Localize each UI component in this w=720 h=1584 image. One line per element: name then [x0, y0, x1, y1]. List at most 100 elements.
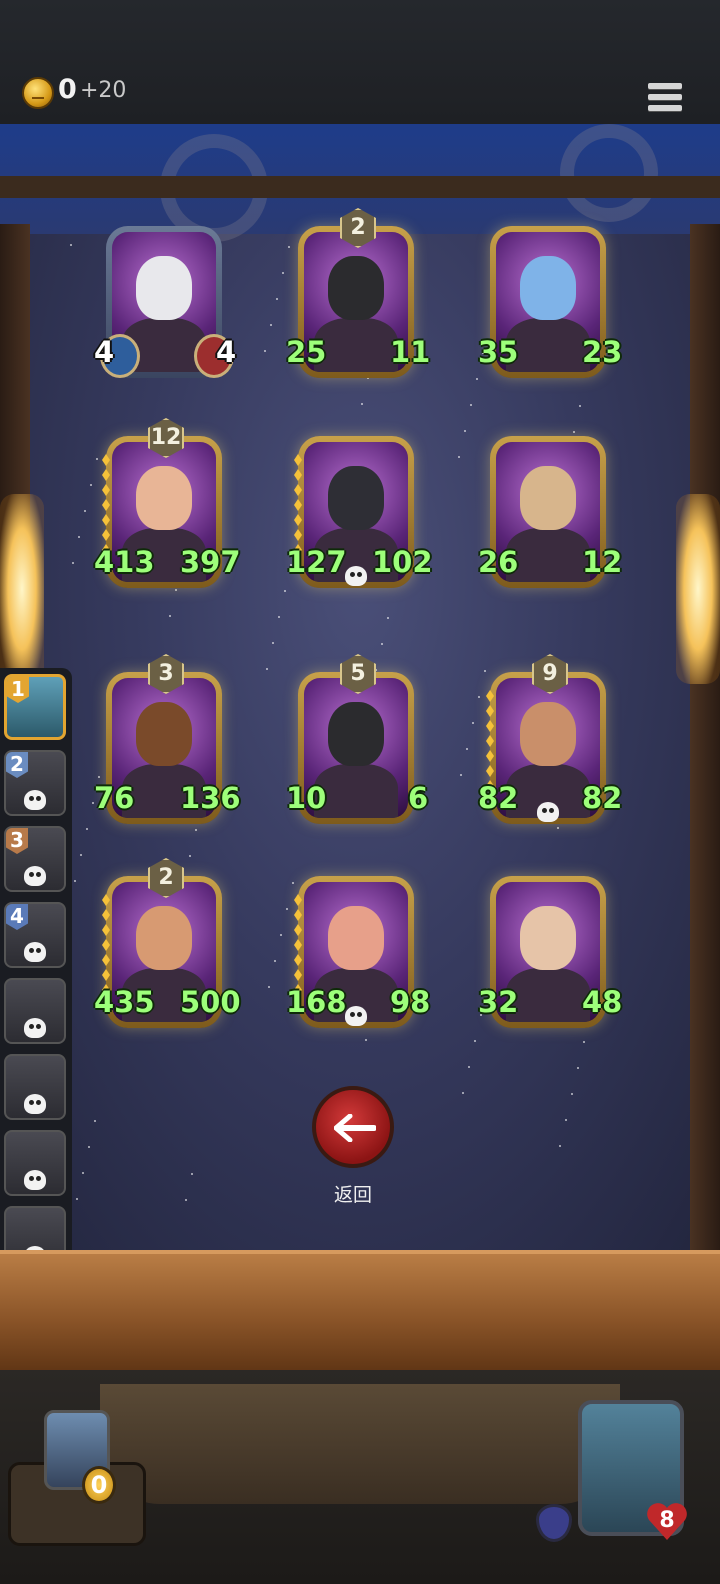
- minion-body: [506, 968, 590, 1022]
- attack-value: 4: [94, 335, 115, 369]
- health-value: 397: [180, 545, 241, 579]
- star-decoration: [470, 404, 472, 406]
- health-value: 500: [180, 985, 241, 1019]
- star-decoration: [282, 272, 284, 274]
- star-decoration: [80, 854, 82, 856]
- star-decoration: [88, 1146, 90, 1148]
- star-decoration: [195, 829, 197, 831]
- star-decoration: [266, 668, 268, 670]
- health-value: 12: [582, 545, 623, 579]
- star-decoration: [169, 615, 171, 617]
- rank-badge: 4: [6, 904, 28, 930]
- gear-decoration: [560, 124, 658, 222]
- attack-value: 10: [286, 781, 327, 815]
- attack-value: 82: [478, 781, 519, 815]
- gold-amount: 0: [58, 74, 77, 105]
- deathrattle-skull-icon: [345, 566, 367, 586]
- player-slot[interactable]: [4, 1054, 66, 1120]
- star-decoration: [571, 1093, 573, 1095]
- attack-value: 76: [94, 781, 135, 815]
- star-decoration: [82, 1172, 84, 1174]
- health-value: 48: [582, 985, 623, 1019]
- back-label: 返回: [333, 1184, 372, 1206]
- star-decoration: [361, 403, 363, 405]
- eliminated-skull-icon: [24, 866, 46, 886]
- star-decoration: [284, 590, 286, 592]
- buff-studs: [294, 454, 302, 559]
- star-decoration: [70, 244, 72, 246]
- minion-face: [136, 906, 192, 970]
- star-decoration: [579, 405, 581, 407]
- minion-face: [328, 466, 384, 530]
- minion-body: [506, 528, 590, 582]
- buff-studs: [102, 454, 110, 559]
- minion-face: [520, 466, 576, 530]
- attack-value: 435: [94, 985, 155, 1019]
- star-decoration: [286, 908, 288, 910]
- player-gold-badge: 0: [82, 1466, 116, 1504]
- star-decoration: [474, 1040, 476, 1042]
- health-value: 82: [582, 781, 623, 815]
- star-decoration: [185, 1199, 187, 1201]
- star-decoration: [189, 855, 191, 857]
- attack-value: 168: [286, 985, 347, 1019]
- buff-studs: [486, 690, 494, 795]
- star-decoration: [96, 458, 98, 460]
- star-decoration: [274, 960, 276, 962]
- star-decoration: [476, 378, 478, 380]
- player-slot[interactable]: 2: [4, 750, 66, 816]
- minion-face: [520, 256, 576, 320]
- wooden-desk: [0, 1250, 720, 1374]
- star-decoration: [381, 643, 383, 645]
- star-decoration: [76, 1198, 78, 1200]
- star-decoration: [278, 616, 280, 618]
- player-ranking-sidebar: 1 2 3 4: [0, 668, 72, 1280]
- eliminated-skull-icon: [24, 1170, 46, 1190]
- star-decoration: [276, 298, 278, 300]
- star-decoration: [387, 617, 389, 619]
- minion-face: [136, 256, 192, 320]
- minion-body: [314, 764, 398, 818]
- minion-face: [520, 702, 576, 766]
- minion-face: [136, 466, 192, 530]
- arrow-left-icon: [334, 1114, 376, 1142]
- player-slot[interactable]: 3: [4, 826, 66, 892]
- eliminated-skull-icon: [24, 790, 46, 810]
- right-lamp: [676, 494, 720, 684]
- gold-income: +20: [80, 78, 127, 103]
- eliminated-skull-icon: [24, 1018, 46, 1038]
- star-decoration: [478, 696, 480, 698]
- star-decoration: [557, 827, 559, 829]
- left-lamp: [0, 494, 44, 684]
- star-decoration: [264, 350, 266, 352]
- star-decoration: [583, 1041, 585, 1043]
- right-pillar: [690, 224, 720, 1258]
- player-slot[interactable]: [4, 978, 66, 1044]
- attack-value: 413: [94, 545, 155, 579]
- attack-value: 127: [286, 545, 347, 579]
- star-decoration: [90, 484, 92, 486]
- menu-icon[interactable]: [648, 83, 682, 115]
- deathrattle-skull-icon: [537, 802, 559, 822]
- star-decoration: [84, 510, 86, 512]
- buff-studs: [102, 894, 110, 999]
- back-button[interactable]: [312, 1086, 394, 1168]
- star-decoration: [565, 1119, 567, 1121]
- top-bar: 0 +20: [0, 0, 720, 127]
- star-decoration: [72, 562, 74, 564]
- health-value: 136: [180, 781, 241, 815]
- player-slot[interactable]: [4, 1130, 66, 1196]
- health-value: 102: [372, 545, 433, 579]
- star-decoration: [175, 589, 177, 591]
- minion-face: [520, 906, 576, 970]
- eliminated-skull-icon: [24, 1094, 46, 1114]
- attack-value: 35: [478, 335, 519, 369]
- health-value: 4: [216, 335, 237, 369]
- player-slot[interactable]: 1: [4, 674, 66, 740]
- star-decoration: [365, 1039, 367, 1041]
- rank-badge: 2: [6, 752, 28, 778]
- star-decoration: [472, 722, 474, 724]
- player-slot[interactable]: 4: [4, 902, 66, 968]
- star-decoration: [466, 748, 468, 750]
- rank-badge: 3: [6, 828, 28, 854]
